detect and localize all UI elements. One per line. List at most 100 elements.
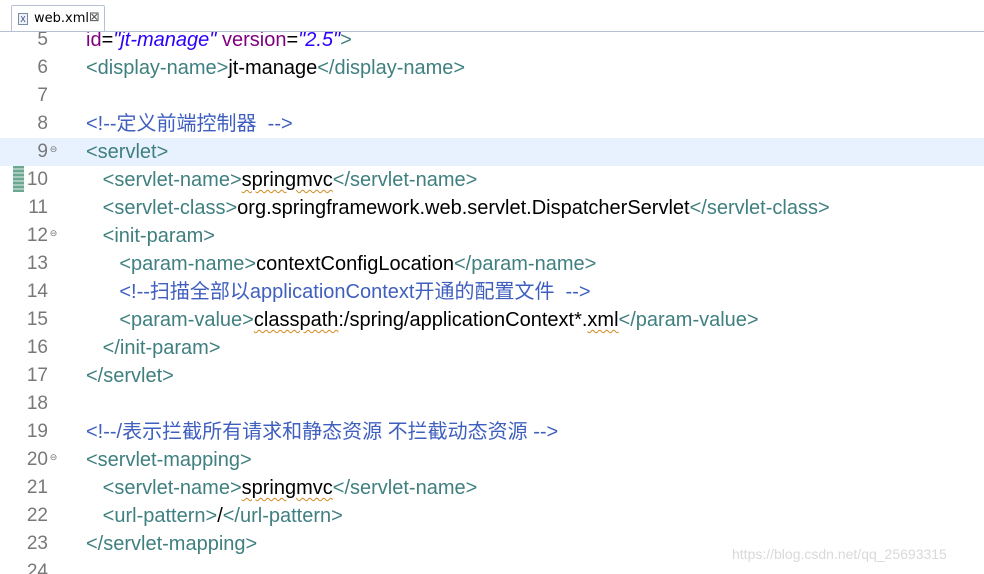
code-line[interactable]: 21 <servlet-name>springmvc</servlet-name… [0, 474, 984, 502]
code-line[interactable]: 5 id="jt-manage" version="2.5"> [0, 32, 984, 54]
code-line[interactable]: 22 <url-pattern>/</url-pattern> [0, 502, 984, 530]
code-line[interactable]: 9 ⊖ <servlet> [0, 138, 984, 166]
code-text: <!--定义前端控制器 --> [86, 110, 293, 138]
code-token: > [340, 32, 352, 51]
code-token: "jt-manage" [113, 32, 217, 51]
code-token: <init-param> [86, 225, 215, 247]
line-number: 13 [26, 253, 48, 274]
code-token: id [86, 32, 102, 51]
code-text: </init-param> [86, 334, 221, 362]
code-token: :/spring/applicationContext*. [338, 309, 588, 331]
code-token: = [101, 32, 114, 51]
code-line[interactable]: 14 <!--扫描全部以applicationContext开通的配置文件 --… [0, 278, 984, 306]
code-line[interactable]: 16 </init-param> [0, 334, 984, 362]
code-text: <servlet-name>springmvc</servlet-name> [86, 474, 478, 502]
line-number: 10 [26, 169, 48, 190]
code-text: <init-param> [86, 222, 215, 250]
fold-toggle-icon[interactable]: ⊖ [49, 230, 58, 239]
code-text: </servlet-mapping> [86, 530, 257, 558]
code-editor[interactable]: 5 id="jt-manage" version="2.5"> 6 <display-… [0, 32, 984, 574]
tab-label: web.xml [34, 11, 89, 26]
code-line[interactable]: 7 [0, 82, 984, 110]
code-token: <servlet-name> [86, 477, 242, 499]
code-token: "2.5" [298, 32, 341, 51]
line-number: 15 [26, 309, 48, 330]
code-token: <!--定义前端控制器 --> [86, 113, 293, 135]
code-token: jt-manage [228, 57, 318, 79]
line-number: 17 [26, 365, 48, 386]
line-number: 21 [26, 477, 48, 498]
code-token: springmvc [241, 477, 333, 499]
code-line[interactable]: 13 <param-name>contextConfigLocation</pa… [0, 250, 984, 278]
line-number: 7 [37, 85, 48, 106]
code-line[interactable]: 15 <param-value>classpath:/spring/applic… [0, 306, 984, 334]
line-number: 24 [26, 561, 48, 574]
line-number: 8 [37, 113, 48, 134]
code-token: xml [587, 309, 619, 331]
code-line[interactable]: 8 <!--定义前端控制器 --> [0, 110, 984, 138]
code-token: springmvc [241, 169, 333, 191]
code-token: </servlet-name> [332, 169, 478, 191]
code-line[interactable]: 18 [0, 390, 984, 418]
code-token: org.springframework.web.servlet.Dispatch… [237, 197, 690, 219]
code-token: </url-pattern> [222, 505, 343, 527]
code-token: <param-name> [86, 253, 257, 275]
code-text: <param-value>classpath:/spring/applicati… [86, 306, 759, 334]
code-text: </servlet> [86, 362, 174, 390]
line-number: 22 [26, 505, 48, 526]
code-line[interactable]: 19 <!--/表示拦截所有请求和静态资源 不拦截动态资源 --> [0, 418, 984, 446]
code-token: </init-param> [86, 337, 221, 359]
code-token: <servlet-name> [86, 169, 242, 191]
line-number: 19 [26, 421, 48, 442]
editor-tab-bar: X web.xml ⊠ [0, 0, 984, 32]
code-text: <servlet-class>org.springframework.web.s… [86, 194, 830, 222]
xml-file-icon: X [18, 13, 28, 25]
code-token: = [286, 32, 299, 51]
close-icon[interactable]: ⊠ [89, 10, 100, 25]
code-line[interactable]: 10 <servlet-name>springmvc</servlet-name… [0, 166, 984, 194]
code-token: <servlet> [86, 141, 169, 163]
line-number: 12 [26, 225, 48, 246]
code-line[interactable]: 12 ⊖ <init-param> [0, 222, 984, 250]
line-number: 6 [37, 57, 48, 78]
code-token: </servlet-class> [689, 197, 830, 219]
code-text: <param-name>contextConfigLocation</param… [86, 250, 596, 278]
watermark: https://blog.csdn.net/qq_25693315 [732, 546, 947, 562]
code-line[interactable]: 6 <display-name>jt-manage</display-name> [0, 54, 984, 82]
code-token: </display-name> [317, 57, 466, 79]
code-text: <url-pattern>/</url-pattern> [86, 502, 343, 530]
code-token: <!--/表示拦截所有请求和静态资源 不拦截动态资源 --> [86, 421, 559, 443]
code-token: version [216, 32, 287, 51]
code-line[interactable]: 11 <servlet-class>org.springframework.we… [0, 194, 984, 222]
code-token: <servlet-mapping> [86, 449, 252, 471]
code-text: id="jt-manage" version="2.5"> [86, 32, 352, 54]
code-token: classpath [253, 309, 339, 331]
code-token: </servlet> [86, 365, 174, 387]
code-token: contextConfigLocation [256, 253, 454, 275]
code-line[interactable]: 20 ⊖ <servlet-mapping> [0, 446, 984, 474]
line-number: 9 [37, 141, 48, 162]
code-token: <servlet-class> [86, 197, 238, 219]
line-number: 16 [26, 337, 48, 358]
fold-toggle-icon[interactable]: ⊖ [49, 146, 58, 155]
code-text: <!--/表示拦截所有请求和静态资源 不拦截动态资源 --> [86, 418, 558, 446]
code-token: </servlet-name> [332, 477, 478, 499]
code-text: <servlet-name>springmvc</servlet-name> [86, 166, 478, 194]
line-number: 20 [26, 449, 48, 470]
code-token: <param-value> [86, 309, 254, 331]
code-token: </param-value> [618, 309, 759, 331]
code-text: <servlet> [86, 138, 168, 166]
line-number: 23 [26, 533, 48, 554]
code-text: <servlet-mapping> [86, 446, 252, 474]
line-number: 5 [37, 32, 48, 50]
code-token: </servlet-mapping> [86, 533, 258, 555]
code-token: <display-name> [86, 57, 229, 79]
line-number: 14 [26, 281, 48, 302]
code-token: </param-name> [454, 253, 597, 275]
code-token: <url-pattern> [86, 505, 218, 527]
line-number: 11 [28, 197, 48, 218]
fold-toggle-icon[interactable]: ⊖ [49, 454, 58, 463]
code-line[interactable]: 17 </servlet> [0, 362, 984, 390]
code-token: <!--扫描全部以applicationContext开通的配置文件 --> [86, 281, 591, 303]
tab-web-xml[interactable]: X web.xml ⊠ [11, 5, 105, 32]
